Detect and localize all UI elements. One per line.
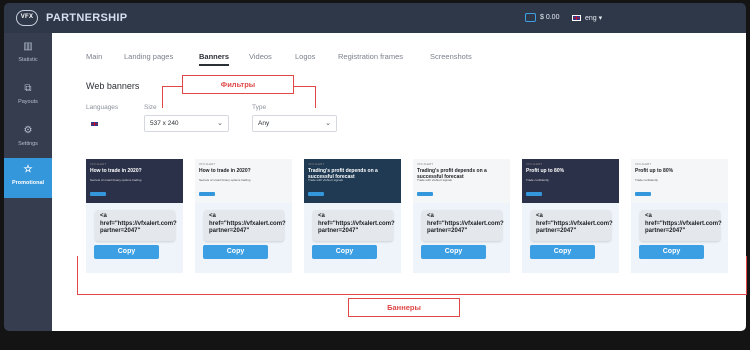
banner-subtitle: Secrets of smart binary options trading bbox=[90, 178, 142, 182]
banners-annotation: Баннеры bbox=[348, 298, 460, 317]
size-select[interactable]: 537 x 240 ⌄ bbox=[144, 115, 229, 132]
tab-main[interactable]: Main bbox=[86, 52, 102, 61]
type-select-value: Any bbox=[258, 120, 270, 127]
banner-embed-code[interactable]: <a href="https://vfxalert.com?partner=20… bbox=[422, 210, 504, 241]
vfx-logo[interactable]: VFX bbox=[16, 10, 38, 26]
filters-bracket-right bbox=[315, 86, 316, 108]
gear-icon: ⚙ bbox=[23, 125, 33, 136]
balance-amount[interactable]: $ 0.00 bbox=[540, 14, 559, 21]
banner-brand: VFX ALERT bbox=[635, 162, 652, 166]
banner-subtitle: Trade with vfxAlert signals bbox=[308, 178, 343, 182]
banner-subtitle: Trade confidently bbox=[526, 178, 549, 182]
tab-videos[interactable]: Videos bbox=[249, 52, 272, 61]
banner-embed-code[interactable]: <a href="https://vfxalert.com?partner=20… bbox=[204, 210, 286, 241]
sidebar: ▥ Statistic ⧉ Payouts ⚙ Settings ☆ Promo… bbox=[4, 33, 52, 331]
banner-brand: VFX ALERT bbox=[90, 162, 107, 166]
banner-cta bbox=[199, 192, 215, 196]
app-frame: VFX PARTNERSHIP $ 0.00 eng ▾ ▥ Statistic… bbox=[0, 0, 750, 350]
size-label: Size bbox=[144, 104, 157, 111]
filters-bracket-top-right bbox=[293, 86, 315, 87]
chevron-down-icon: ⌄ bbox=[325, 120, 331, 127]
tab-registration-frames[interactable]: Registration frames bbox=[338, 52, 403, 61]
banner-brand: VFX ALERT bbox=[526, 162, 543, 166]
banner-preview[interactable]: VFX ALERT Trading's profit depends on a … bbox=[413, 159, 510, 203]
wallet-icon bbox=[525, 13, 536, 22]
tab-landing-pages[interactable]: Landing pages bbox=[124, 52, 173, 61]
banner-headline: How to trade in 2020? bbox=[90, 168, 142, 174]
filters-bracket-left bbox=[162, 86, 163, 108]
banner-preview[interactable]: VFX ALERT Trading's profit depends on a … bbox=[304, 159, 401, 203]
banner-subtitle: Secrets of smart binary options trading bbox=[199, 178, 251, 182]
sidebar-item-payouts[interactable]: ⧉ Payouts bbox=[4, 77, 52, 115]
bar-chart-icon: ▥ bbox=[23, 41, 33, 52]
tab-banners[interactable]: Banners bbox=[199, 52, 230, 66]
banner-headline: How to trade in 2020? bbox=[199, 168, 251, 174]
filters-bracket-top-left bbox=[162, 86, 183, 87]
banner-brand: VFX ALERT bbox=[308, 162, 325, 166]
banner-headline: Profit up to 80% bbox=[635, 168, 674, 174]
sidebar-item-label: Promotional bbox=[11, 180, 45, 186]
sidebar-item-label: Statistic bbox=[18, 57, 38, 63]
banner-cta bbox=[417, 192, 433, 196]
sidebar-item-settings[interactable]: ⚙ Settings bbox=[4, 119, 52, 157]
main-content: Main Landing pages Banners Videos Logos … bbox=[52, 33, 747, 331]
filters-annotation: Фильтры bbox=[182, 75, 294, 94]
language-selector[interactable]: eng ▾ bbox=[585, 14, 602, 22]
banners-bracket bbox=[77, 256, 747, 295]
top-bar: VFX PARTNERSHIP $ 0.00 eng ▾ bbox=[4, 3, 746, 33]
banner-embed-code[interactable]: <a href="https://vfxalert.com?partner=20… bbox=[531, 210, 613, 241]
type-select[interactable]: Any ⌄ bbox=[252, 115, 337, 132]
sidebar-item-label: Payouts bbox=[18, 99, 38, 105]
section-title: Web banners bbox=[86, 81, 140, 91]
banner-subtitle: Trade with vfxAlert signals bbox=[417, 178, 452, 182]
sidebar-item-label: Settings bbox=[18, 141, 38, 147]
payouts-icon: ⧉ bbox=[24, 83, 32, 94]
banner-cta bbox=[90, 192, 106, 196]
banner-preview[interactable]: VFX ALERT Profit up to 80% Trade confide… bbox=[522, 159, 619, 203]
brand-title: PARTNERSHIP bbox=[46, 12, 128, 24]
chevron-down-icon: ⌄ bbox=[217, 120, 223, 127]
tab-screenshots[interactable]: Screenshots bbox=[430, 52, 472, 61]
sidebar-item-statistic[interactable]: ▥ Statistic bbox=[4, 35, 52, 73]
sidebar-item-promotional[interactable]: ☆ Promotional bbox=[4, 158, 52, 198]
banner-preview[interactable]: VFX ALERT Profit up to 80% Trade confide… bbox=[631, 159, 728, 203]
banner-subtitle: Trade confidently bbox=[635, 178, 658, 182]
uk-flag-icon bbox=[572, 15, 581, 21]
banner-preview[interactable]: VFX ALERT How to trade in 2020? Secrets … bbox=[195, 159, 292, 203]
languages-label: Languages bbox=[86, 104, 119, 111]
banner-brand: VFX ALERT bbox=[417, 162, 434, 166]
banner-cta bbox=[526, 192, 542, 196]
banner-cta bbox=[308, 192, 324, 196]
banner-embed-code[interactable]: <a href="https://vfxalert.com?partner=20… bbox=[313, 210, 395, 241]
banner-brand: VFX ALERT bbox=[199, 162, 216, 166]
banner-cta bbox=[635, 192, 651, 196]
star-icon: ☆ bbox=[23, 164, 33, 175]
banner-preview[interactable]: VFX ALERT How to trade in 2020? Secrets … bbox=[86, 159, 183, 203]
tab-logos[interactable]: Logos bbox=[295, 52, 315, 61]
language-filter-flag-icon[interactable] bbox=[90, 121, 99, 127]
banner-embed-code[interactable]: <a href="https://vfxalert.com?partner=20… bbox=[640, 210, 722, 241]
size-select-value: 537 x 240 bbox=[150, 120, 179, 127]
type-label: Type bbox=[252, 104, 267, 111]
banner-embed-code[interactable]: <a href="https://vfxalert.com?partner=20… bbox=[95, 210, 177, 241]
banner-headline: Profit up to 80% bbox=[526, 168, 565, 174]
